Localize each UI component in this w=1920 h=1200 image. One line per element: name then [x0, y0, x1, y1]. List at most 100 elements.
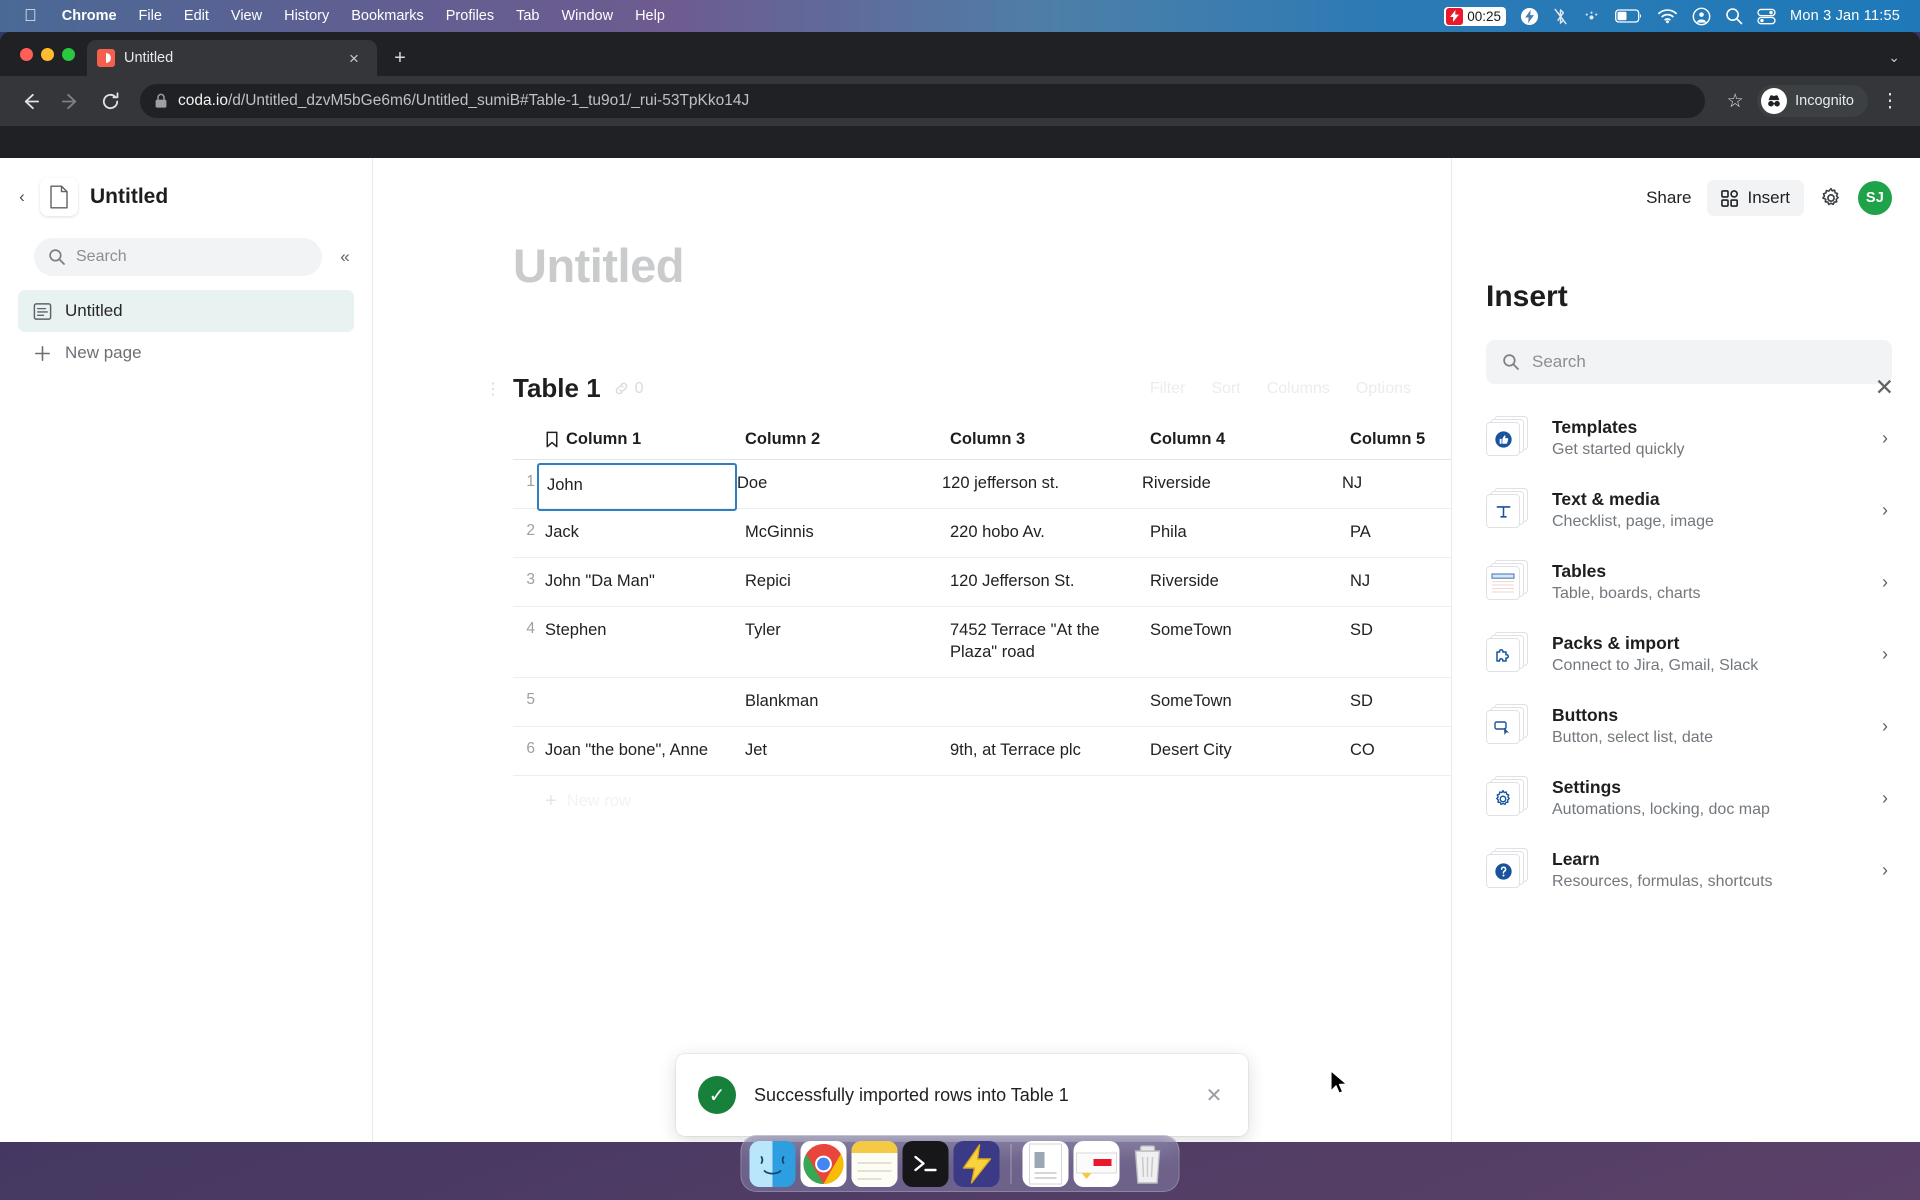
- table-cell[interactable]: SD: [1350, 691, 1451, 726]
- table-row[interactable]: 4 Stephen Tyler 7452 Terrace "At the Pla…: [513, 607, 1451, 678]
- table-cell[interactable]: [950, 691, 1150, 704]
- menu-history[interactable]: History: [273, 5, 340, 27]
- insert-item-packs-import[interactable]: Packs & import Connect to Jira, Gmail, S…: [1452, 618, 1920, 690]
- toggles-icon[interactable]: [1757, 8, 1776, 25]
- chrome-menu-button[interactable]: ⋮: [1872, 83, 1908, 119]
- table-name[interactable]: Table 1: [513, 373, 601, 404]
- table-row[interactable]: 1 John Doe 120 jefferson st. Riverside N…: [513, 460, 1451, 511]
- brightness-icon[interactable]: [1582, 7, 1601, 26]
- table-cell[interactable]: Jack: [545, 522, 745, 557]
- lightning-app-icon[interactable]: [953, 1140, 1000, 1187]
- close-tab-button[interactable]: ×: [341, 45, 367, 71]
- maximize-window-button[interactable]: [62, 47, 75, 61]
- trash-icon[interactable]: [1125, 1141, 1171, 1187]
- table-cell[interactable]: PA: [1350, 522, 1451, 557]
- bolt-icon[interactable]: [1520, 7, 1539, 26]
- document-title-placeholder[interactable]: Untitled: [513, 238, 1451, 293]
- clipping-icon[interactable]: [1073, 1140, 1120, 1187]
- add-new-row-button[interactable]: + New row: [513, 776, 1451, 813]
- table-cell[interactable]: Stephen: [545, 620, 745, 655]
- window-controls[interactable]: [12, 32, 87, 76]
- table-cell[interactable]: CO: [1350, 740, 1451, 775]
- table-cell[interactable]: Tyler: [745, 620, 950, 655]
- table-cell[interactable]: [545, 691, 745, 704]
- table-cell[interactable]: Repici: [745, 571, 950, 606]
- stickies-icon[interactable]: [851, 1140, 898, 1187]
- finder-icon[interactable]: [749, 1140, 796, 1187]
- table-cell[interactable]: Riverside: [1150, 571, 1350, 606]
- table-cell[interactable]: Jet: [745, 740, 950, 775]
- menu-view[interactable]: View: [220, 5, 273, 27]
- close-panel-button[interactable]: ✕: [1875, 376, 1894, 399]
- chevron-right-icon[interactable]: ›: [1876, 860, 1894, 881]
- menu-tab[interactable]: Tab: [505, 5, 550, 27]
- table-cell[interactable]: NJ: [1342, 473, 1451, 508]
- document-icon[interactable]: [40, 178, 78, 216]
- terminal-icon[interactable]: [902, 1140, 949, 1187]
- table-row[interactable]: 2 Jack McGinnis 220 hobo Av. Phila PA: [513, 509, 1451, 558]
- back-chevron-icon[interactable]: ‹: [10, 187, 34, 207]
- tab-search-chevron-icon[interactable]: ⌄: [1888, 49, 1920, 76]
- table-cell[interactable]: John "Da Man": [545, 571, 745, 606]
- sidebar-item-untitled[interactable]: Untitled: [18, 290, 354, 332]
- spotlight-icon[interactable]: [1725, 7, 1743, 25]
- reload-button[interactable]: [92, 83, 128, 119]
- battery-icon[interactable]: [1615, 9, 1643, 23]
- menu-help[interactable]: Help: [624, 5, 676, 27]
- drag-handle-icon[interactable]: ⋮: [485, 379, 501, 399]
- table-cell[interactable]: 120 Jefferson St.: [950, 571, 1150, 606]
- table-cell[interactable]: 220 hobo Av.: [950, 522, 1150, 557]
- table-cell[interactable]: 7452 Terrace "At the Plaza" road: [950, 620, 1150, 677]
- back-button[interactable]: [12, 83, 48, 119]
- table-cell[interactable]: Joan "the bone", Anne: [545, 740, 745, 775]
- table-cell[interactable]: Blankman: [745, 691, 950, 726]
- apple-logo-icon[interactable]: : [14, 7, 51, 24]
- table-row[interactable]: 5 Blankman SomeTown SD: [513, 678, 1451, 727]
- insert-item-tables[interactable]: Tables Table, boards, charts ›: [1452, 546, 1920, 618]
- chevron-right-icon[interactable]: ›: [1876, 716, 1894, 737]
- screen-recording-indicator[interactable]: 00:25: [1444, 6, 1507, 26]
- table-cell-selected[interactable]: John: [537, 463, 737, 511]
- table-cell[interactable]: Doe: [737, 473, 942, 508]
- wifi-icon[interactable]: [1657, 8, 1678, 24]
- table-cell[interactable]: SomeTown: [1150, 620, 1350, 655]
- table-cell[interactable]: Riverside: [1142, 473, 1342, 508]
- new-tab-button[interactable]: +: [387, 45, 413, 71]
- table-cell[interactable]: Desert City: [1150, 740, 1350, 775]
- column-header-1[interactable]: Column 1: [545, 430, 745, 449]
- table-cell[interactable]: McGinnis: [745, 522, 950, 557]
- document-icon[interactable]: [1022, 1140, 1069, 1187]
- address-bar[interactable]: coda.io/d/Untitled_dzvM5bGe6m6/Untitled_…: [140, 84, 1706, 118]
- insert-item-settings[interactable]: Settings Automations, locking, doc map ›: [1452, 762, 1920, 834]
- column-header-4[interactable]: Column 4: [1150, 430, 1350, 449]
- menu-edit[interactable]: Edit: [173, 5, 220, 27]
- table-options-button[interactable]: Options: [1356, 380, 1411, 398]
- table-row[interactable]: 3 John "Da Man" Repici 120 Jefferson St.…: [513, 558, 1451, 607]
- user-avatar[interactable]: SJ: [1858, 181, 1892, 215]
- insert-item-templates[interactable]: Templates Get started quickly ›: [1452, 402, 1920, 474]
- settings-gear-icon[interactable]: [1820, 187, 1842, 209]
- table-filter-button[interactable]: Filter: [1150, 380, 1186, 398]
- menu-profiles[interactable]: Profiles: [435, 5, 505, 27]
- share-button[interactable]: Share: [1646, 188, 1691, 208]
- chevron-right-icon[interactable]: ›: [1876, 428, 1894, 449]
- menu-file[interactable]: File: [128, 5, 173, 27]
- table-row[interactable]: 6 Joan "the bone", Anne Jet 9th, at Terr…: [513, 727, 1451, 776]
- collapse-sidebar-button[interactable]: «: [332, 247, 358, 267]
- chevron-right-icon[interactable]: ›: [1876, 500, 1894, 521]
- close-window-button[interactable]: [20, 47, 33, 61]
- menu-bar-clock[interactable]: Mon 3 Jan 11:55: [1790, 8, 1900, 24]
- table-cell[interactable]: 9th, at Terrace plc: [950, 740, 1150, 775]
- sidebar-item-new-page[interactable]: New page: [18, 332, 354, 374]
- sidebar-search-input[interactable]: Search: [34, 238, 322, 276]
- bookmark-star-icon[interactable]: ☆: [1717, 83, 1753, 119]
- sidebar-doc-title[interactable]: Untitled: [90, 185, 168, 209]
- table-cell[interactable]: SomeTown: [1150, 691, 1350, 726]
- table-sort-button[interactable]: Sort: [1211, 380, 1240, 398]
- chevron-right-icon[interactable]: ›: [1876, 644, 1894, 665]
- forward-button[interactable]: [52, 83, 88, 119]
- control-center-icon[interactable]: [1692, 7, 1711, 26]
- insert-panel-search-input[interactable]: Search: [1486, 340, 1892, 384]
- table-cell[interactable]: SD: [1350, 620, 1451, 655]
- menu-chrome[interactable]: Chrome: [51, 5, 128, 27]
